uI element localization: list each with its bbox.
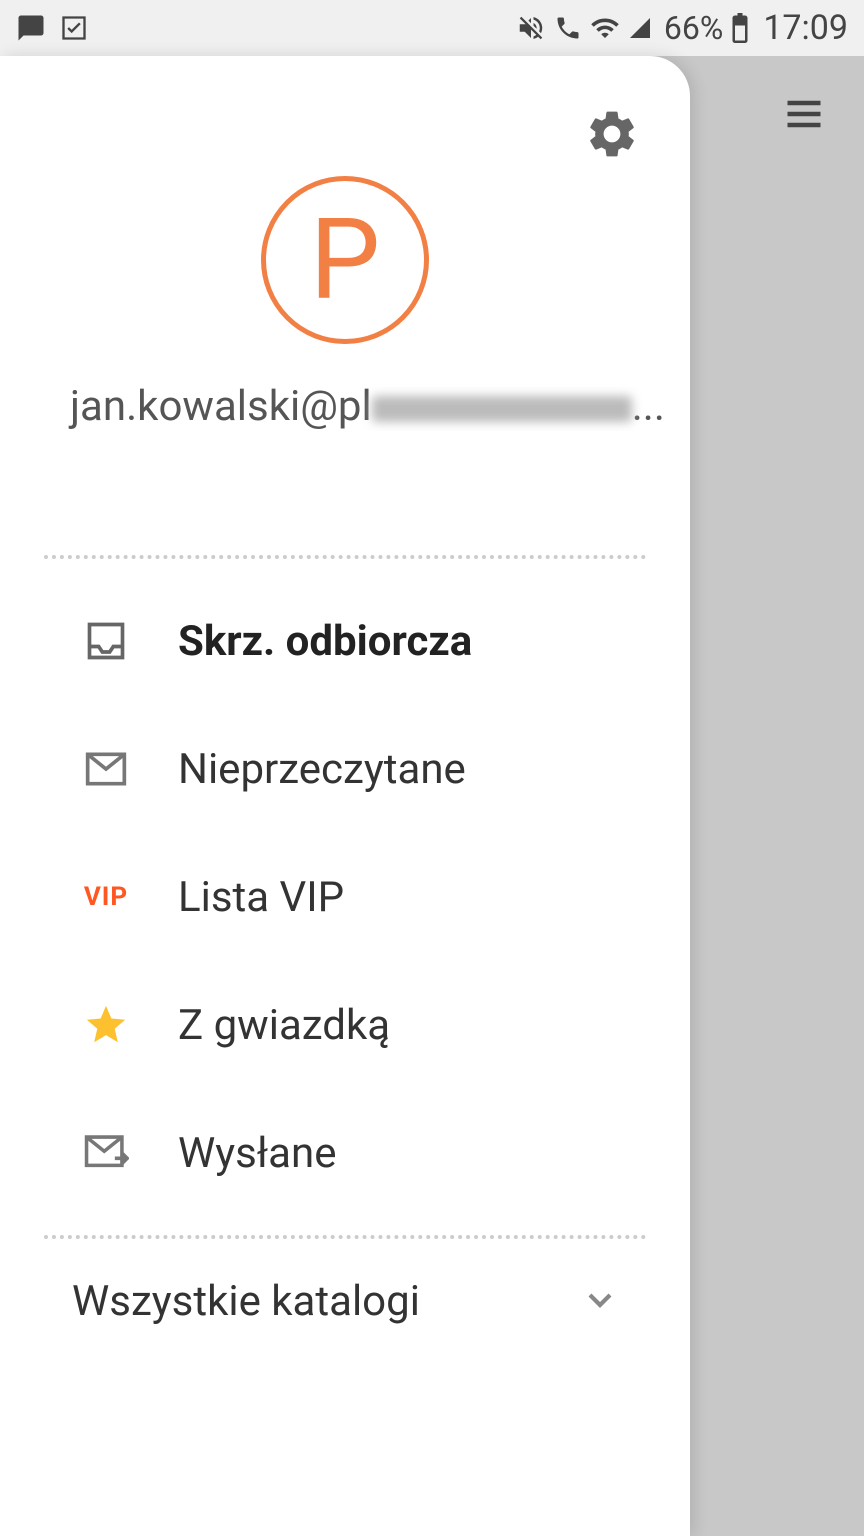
status-bar: 66% 17:09: [0, 0, 864, 56]
battery-percent: 66%: [664, 9, 723, 47]
mail-icon: [80, 749, 132, 789]
account-email[interactable]: jan.kowalski@pl...: [0, 382, 690, 431]
nav-label: Wysłane: [178, 1129, 336, 1178]
nav-item-starred[interactable]: Z gwiazdką: [0, 961, 690, 1089]
all-folders-label: Wszystkie katalogi: [72, 1277, 420, 1326]
nav-item-vip[interactable]: VIP Lista VIP: [0, 833, 690, 961]
star-icon: [80, 1002, 132, 1048]
nav-label: Z gwiazdką: [178, 1001, 390, 1050]
gear-icon: [584, 106, 640, 162]
sent-icon: [80, 1133, 132, 1173]
nav-item-unread[interactable]: Nieprzeczytane: [0, 705, 690, 833]
wifi-calling-icon: [554, 14, 582, 42]
nav-item-sent[interactable]: Wysłane: [0, 1089, 690, 1217]
checkbox-notification-icon: [60, 14, 88, 42]
hamburger-menu-button[interactable]: [782, 92, 826, 140]
wifi-icon: [590, 13, 620, 43]
inbox-icon: [80, 619, 132, 663]
all-folders-toggle[interactable]: Wszystkie katalogi: [0, 1239, 690, 1326]
nav-label: Skrz. odbiorcza: [178, 617, 472, 666]
avatar[interactable]: P: [261, 176, 429, 344]
mute-icon: [516, 13, 546, 43]
message-notification-icon: [16, 13, 46, 43]
clock: 17:09: [763, 8, 848, 48]
signal-icon: [628, 16, 652, 40]
settings-button[interactable]: [584, 106, 640, 166]
status-notifications: [16, 13, 88, 43]
nav-list: Skrz. odbiorcza Nieprzeczytane VIP Lista…: [0, 559, 690, 1235]
nav-item-inbox[interactable]: Skrz. odbiorcza: [0, 577, 690, 705]
email-redacted: [372, 396, 632, 422]
navigation-drawer: P jan.kowalski@pl... Skrz. odbiorcza Nie…: [0, 56, 690, 1536]
vip-icon: VIP: [80, 882, 132, 912]
nav-label: Lista VIP: [178, 873, 344, 922]
battery-icon: [731, 13, 749, 43]
status-indicators: 66% 17:09: [516, 8, 848, 48]
email-prefix: jan.kowalski@pl: [70, 382, 372, 431]
avatar-letter: P: [310, 195, 381, 326]
email-ellipsis: ...: [632, 382, 665, 431]
chevron-down-icon: [580, 1280, 620, 1324]
nav-label: Nieprzeczytane: [178, 745, 466, 794]
